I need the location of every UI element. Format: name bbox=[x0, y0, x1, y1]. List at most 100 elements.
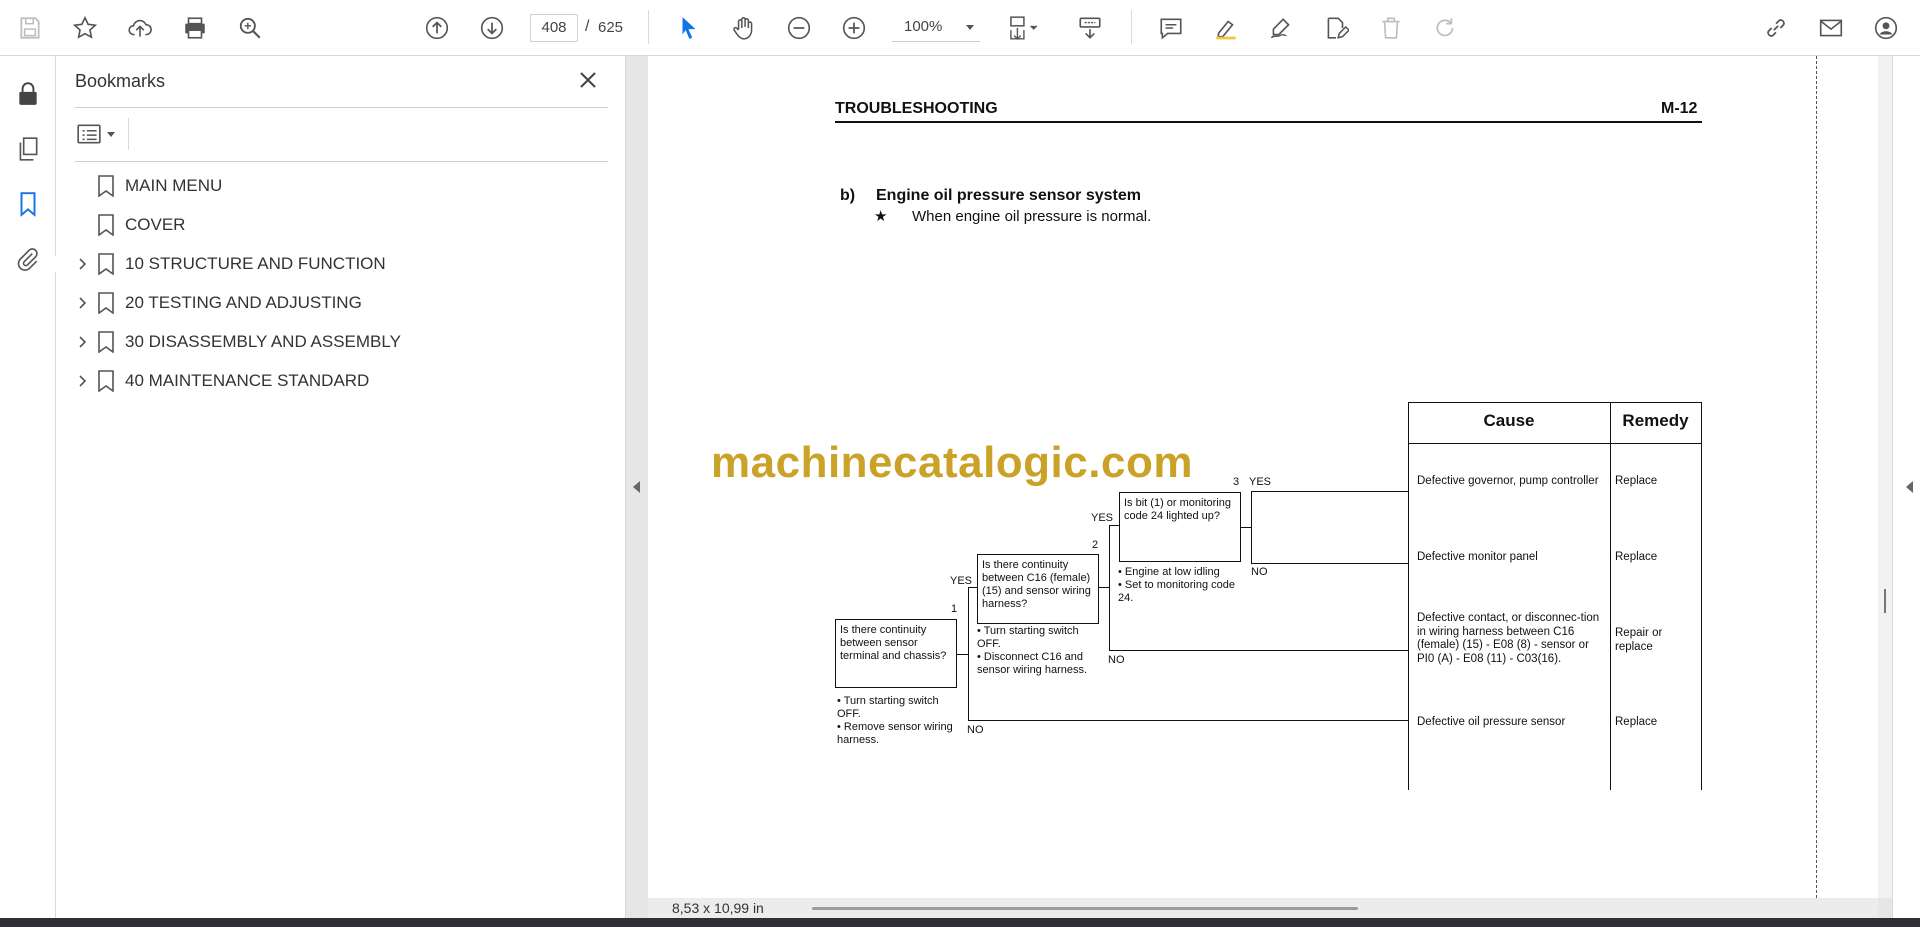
bullet-item: • Set to monitoring code 24. bbox=[1118, 579, 1235, 604]
step-number-2: 2 bbox=[1092, 539, 1099, 551]
connector-line bbox=[1109, 525, 1110, 650]
comment-icon[interactable] bbox=[1153, 10, 1189, 46]
chevron-right-icon[interactable] bbox=[75, 373, 91, 389]
bookmark-item-main-menu[interactable]: MAIN MENU bbox=[75, 171, 595, 201]
connector-line bbox=[968, 720, 1408, 721]
email-icon[interactable] bbox=[1813, 10, 1849, 46]
active-panel-marker bbox=[48, 256, 56, 272]
vertical-scrollbar[interactable] bbox=[1878, 56, 1892, 898]
no-label: NO bbox=[1108, 654, 1125, 666]
cause-header: Cause bbox=[1483, 411, 1535, 430]
delete-icon[interactable] bbox=[1373, 10, 1409, 46]
current-page-input[interactable]: 408 bbox=[530, 14, 578, 42]
bullet-item: • Engine at low idling bbox=[1118, 566, 1220, 578]
bookmark-icon bbox=[98, 253, 114, 275]
bookmarks-icon[interactable] bbox=[12, 188, 44, 220]
bookmark-icon bbox=[98, 370, 114, 392]
bookmark-star-icon[interactable] bbox=[67, 10, 103, 46]
list-options-icon bbox=[77, 124, 101, 144]
zoom-select[interactable]: 100% bbox=[892, 14, 980, 42]
remedy-cell: Replace bbox=[1615, 475, 1658, 487]
no-label: NO bbox=[967, 724, 984, 736]
table-border bbox=[1408, 443, 1702, 444]
zoom-in-icon[interactable] bbox=[836, 10, 872, 46]
bookmark-options-button[interactable] bbox=[76, 119, 124, 149]
remedy-cell: Replace bbox=[1615, 551, 1658, 563]
doc-header-title: TROUBLESHOOTING bbox=[835, 100, 998, 117]
bullet-text: Turn starting switch OFF. bbox=[977, 625, 1079, 650]
chevron-right-icon[interactable] bbox=[75, 256, 91, 272]
connector-line bbox=[968, 587, 969, 720]
bookmark-label: 20 TESTING AND ADJUSTING bbox=[125, 293, 362, 312]
cause-cell: Defective governor, pump controller bbox=[1417, 475, 1599, 487]
table-border bbox=[1408, 402, 1702, 403]
edit-icon[interactable] bbox=[1318, 10, 1354, 46]
panel-divider bbox=[75, 161, 608, 162]
zoom-out-icon[interactable] bbox=[781, 10, 817, 46]
account-icon[interactable] bbox=[1868, 10, 1904, 46]
page-up-icon[interactable] bbox=[419, 10, 455, 46]
bookmark-item-testing[interactable]: 20 TESTING AND ADJUSTING bbox=[75, 288, 595, 318]
chevron-down-icon bbox=[966, 25, 974, 30]
bookmark-item-maintenance[interactable]: 40 MAINTENANCE STANDARD bbox=[75, 366, 595, 396]
panel-divider bbox=[128, 118, 129, 150]
chevron-down-icon bbox=[107, 132, 115, 137]
bookmark-item-disassembly[interactable]: 30 DISASSEMBLY AND ASSEMBLY bbox=[75, 327, 595, 357]
bookmark-label: COVER bbox=[125, 215, 186, 234]
bullet-text: Set to monitoring code 24. bbox=[1118, 579, 1235, 604]
taskbar-edge bbox=[0, 918, 1920, 927]
bullet-item: • Turn starting switch OFF. bbox=[977, 625, 1079, 650]
share-link-icon[interactable] bbox=[1758, 10, 1794, 46]
page-crop-guide bbox=[1816, 56, 1817, 898]
step-number-1: 1 bbox=[951, 603, 958, 615]
question-box-2: Is there continuity between C16 (female)… bbox=[977, 554, 1099, 624]
scrollbar-thumb[interactable] bbox=[1884, 589, 1886, 613]
expand-right-pane-icon[interactable] bbox=[1906, 481, 1913, 493]
fit-page-icon[interactable] bbox=[1000, 10, 1050, 46]
page-separator: / bbox=[585, 18, 590, 35]
bullet-text: Turn starting switch OFF. bbox=[837, 695, 939, 720]
yes-label: YES bbox=[1249, 476, 1272, 488]
bookmarks-panel: Bookmarks MAIN MENU COVER 10 STRUCTURE A… bbox=[56, 56, 626, 918]
close-icon[interactable] bbox=[576, 68, 600, 92]
bullet-item: • Disconnect C16 and sensor wiring harne… bbox=[977, 651, 1088, 676]
cause-cell: Defective contact, or disconnec-tion in … bbox=[1417, 612, 1600, 665]
cause-cell: Defective oil pressure sensor bbox=[1417, 716, 1566, 728]
panel-divider bbox=[75, 107, 608, 108]
chevron-right-icon[interactable] bbox=[75, 334, 91, 350]
print-icon[interactable] bbox=[177, 10, 213, 46]
find-icon[interactable] bbox=[232, 10, 268, 46]
bullet-item: • Remove sensor wiring harness. bbox=[837, 721, 953, 746]
bookmark-label: 40 MAINTENANCE STANDARD bbox=[125, 371, 370, 390]
table-border bbox=[1408, 402, 1409, 790]
horizontal-scrollbar-thumb[interactable] bbox=[812, 907, 1358, 910]
sign-icon[interactable] bbox=[1263, 10, 1299, 46]
section-note: When engine oil pressure is normal. bbox=[912, 208, 1152, 225]
connector-line bbox=[1241, 527, 1251, 528]
bookmark-item-structure[interactable]: 10 STRUCTURE AND FUNCTION bbox=[75, 249, 595, 279]
toolbar-divider bbox=[648, 10, 649, 44]
save-icon[interactable] bbox=[12, 10, 48, 46]
pages-icon[interactable] bbox=[12, 133, 44, 165]
bookmark-item-cover[interactable]: COVER bbox=[75, 210, 595, 240]
chevron-right-icon[interactable] bbox=[75, 295, 91, 311]
collapse-left-panel-icon[interactable] bbox=[633, 481, 640, 493]
section-letter: b) bbox=[840, 187, 856, 204]
bullet-item: • Turn starting switch OFF. bbox=[837, 695, 939, 720]
table-border bbox=[1610, 402, 1611, 790]
upload-icon[interactable] bbox=[122, 10, 158, 46]
hand-icon[interactable] bbox=[726, 10, 762, 46]
attachment-icon[interactable] bbox=[12, 243, 44, 275]
section-title: Engine oil pressure sensor system bbox=[876, 187, 1141, 204]
watermark: machinecatalogic.com bbox=[711, 438, 1193, 487]
highlight-icon[interactable] bbox=[1208, 10, 1244, 46]
lock-icon[interactable] bbox=[12, 78, 44, 110]
page-down-icon[interactable] bbox=[474, 10, 510, 46]
question-box-3: Is bit (1) or monitoring code 24 lighted… bbox=[1119, 492, 1241, 562]
scroll-mode-icon[interactable] bbox=[1072, 10, 1108, 46]
q3-bullets: • Engine at low idling • Set to monitori… bbox=[1118, 566, 1242, 605]
connector-line bbox=[957, 654, 968, 655]
bookmark-icon bbox=[98, 175, 114, 197]
redo-icon[interactable] bbox=[1428, 10, 1464, 46]
select-cursor-icon[interactable] bbox=[671, 10, 707, 46]
